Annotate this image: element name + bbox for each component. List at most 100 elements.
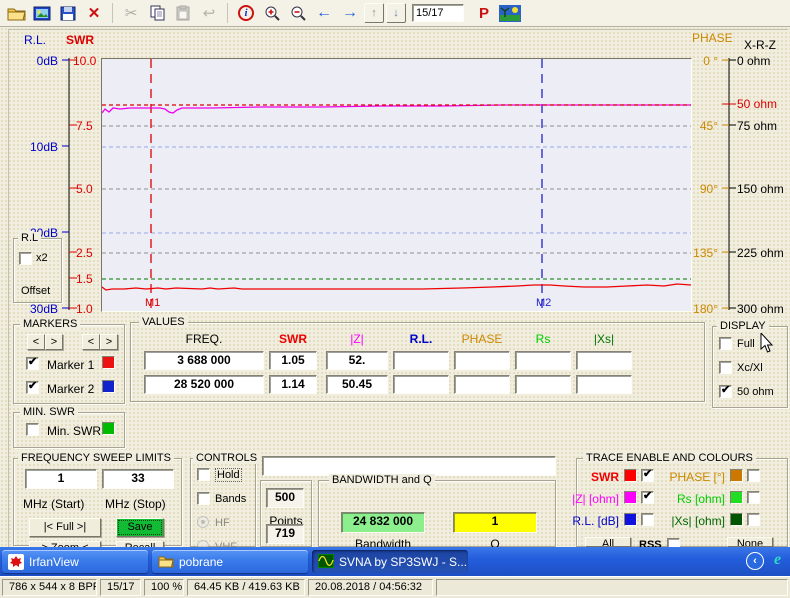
zoom-in-icon[interactable] [260,2,284,24]
controls-group: CONTROLS Hold Bands HF VHF [190,458,256,547]
trace-group: TRACE ENABLE AND COLOURS SWR PHASE [°] |… [576,458,788,547]
db-tick: 30dB [18,302,58,316]
marker2-color-swatch[interactable] [102,380,115,393]
min-swr-checkbox[interactable] [26,423,39,436]
marker1-checkbox[interactable] [26,357,39,370]
display-full-checkbox[interactable] [719,337,732,350]
stop-frequency-field[interactable]: 33 [102,469,174,489]
hf-radio [197,516,209,528]
controls-group-title: CONTROLS [193,452,260,464]
swr-axis-header: SWR [66,33,94,47]
sweep-limits-group-title: FREQUENCY SWEEP LIMITS [18,452,174,464]
print-icon[interactable]: P [472,2,496,24]
start-frequency-field[interactable]: 1 [25,469,97,489]
chart-plot[interactable]: M1 M2 [101,58,692,312]
svna-app-window: R.L. SWR Antenna Cable Loss Cable Length… [0,27,790,547]
display-xcxl-checkbox[interactable] [719,361,732,374]
rl-offset-group-title: R.L [18,232,41,244]
values-header-rs: Rs [515,332,571,346]
trace-all-button[interactable]: All [585,537,631,547]
tray-collapse-chevron-icon[interactable]: ‹ [746,552,764,570]
status-zoom-level: 100 % [144,579,184,596]
trace-z-checkbox[interactable] [641,491,654,504]
swr-tick: 10.0 [73,54,96,68]
page-indicator-input[interactable] [412,4,464,22]
trace-phase-swatch[interactable] [730,469,743,482]
bands-checkbox[interactable] [197,492,210,505]
values-group: VALUES FREQ. SWR |Z| R.L. PHASE Rs |Xs| … [130,322,705,402]
trace-none-button[interactable]: None [727,537,773,547]
swr-tick: 1.5 [76,272,93,286]
trace-rl-checkbox[interactable] [641,513,654,526]
info-icon[interactable]: i [234,2,258,24]
first-image-icon[interactable]: ↑ [364,3,384,23]
x2-checkbox[interactable] [19,252,32,265]
trace-rl-swatch[interactable] [624,513,637,526]
status-text-field[interactable] [262,456,556,476]
taskbar-item-irfanview[interactable]: IrfanView [2,550,148,573]
values-group-title: VALUES [139,316,188,328]
bandwidth-value-field: 24 832 000 [341,512,425,533]
open-icon[interactable] [4,2,28,24]
slideshow-icon[interactable] [498,2,522,24]
taskbar-item-svna[interactable]: SVNA by SP3SWJ - S... [312,550,468,573]
zoom-out-icon[interactable] [286,2,310,24]
screen: ✕ ✂ ↩ i ← → ↑ ↓ P R.L. SWR [0,0,790,598]
values-cell-z-m1: 52. [326,351,388,370]
trace-swr-swatch[interactable] [624,469,637,482]
trace-swr-label: SWR [577,470,619,484]
start-frequency-label: MHz (Start) [23,497,84,511]
ohm-tick: 150 ohm [737,182,784,196]
xrz-axis-header: X-R-Z [744,38,776,52]
tray-e-icon[interactable]: e [768,551,787,571]
thumbnails-icon[interactable] [30,2,54,24]
taskbar-item-pobrane[interactable]: pobrane [152,550,308,573]
last-image-icon[interactable]: ↓ [386,3,406,23]
copy-icon[interactable] [145,2,169,24]
values-cell-rs-m2 [515,375,571,394]
irfanview-taskbar-icon [8,554,24,570]
display-50ohm-label: 50 ohm [737,386,774,398]
trace-xs-checkbox[interactable] [747,513,760,526]
values-cell-rl-m1 [393,351,449,370]
marker1-next-button[interactable]: > [45,334,63,350]
save-icon[interactable] [56,2,80,24]
trace-rs-swatch[interactable] [730,491,743,504]
delete-icon[interactable]: ✕ [82,2,106,24]
min-swr-color-swatch[interactable] [102,422,115,435]
marker2-prev-button[interactable]: < [82,334,100,350]
save-button[interactable]: Save [116,518,164,537]
marker1-color-swatch[interactable] [102,356,115,369]
marker2-label: Marker 2 [47,382,94,396]
markers-group-title: MARKERS [20,318,80,330]
markers-group: MARKERS < > < > Marker 1 Marker 2 [13,324,125,404]
display-group: DISPLAY Full Xc/Xl 50 ohm [712,326,788,408]
hf-label: HF [215,517,230,529]
previous-image-icon[interactable]: ← [312,2,336,24]
trace-phase-checkbox[interactable] [747,469,760,482]
marker2-checkbox[interactable] [26,381,39,394]
ohm-tick: 300 ohm [737,302,784,316]
trace-z-swatch[interactable] [624,491,637,504]
full-sweep-button[interactable]: |< Full >| [29,518,101,537]
values-cell-freq-m1: 3 688 000 [144,351,264,370]
next-image-icon[interactable]: → [338,2,362,24]
trace-rs-checkbox[interactable] [747,491,760,504]
points-value2-field[interactable]: 719 [266,524,304,544]
trace-swr-checkbox[interactable] [641,469,654,482]
svg-text:M2: M2 [536,297,551,309]
marker2-next-button[interactable]: > [100,334,118,350]
marker1-prev-button[interactable]: < [27,334,45,350]
values-cell-xs-m1 [576,351,632,370]
display-50ohm-checkbox[interactable] [719,385,732,398]
svg-text:M1: M1 [145,297,160,309]
values-cell-xs-m2 [576,375,632,394]
ohm-tick: 75 ohm [737,119,777,133]
app-window-left-edge [8,29,9,547]
taskbar-item-label: SVNA by SP3SWJ - S... [339,555,467,569]
points-value-field[interactable]: 500 [266,488,304,508]
trace-xs-swatch[interactable] [730,513,743,526]
trace-xs-label: |Xs| [ohm] [657,514,725,528]
values-cell-swr-m1: 1.05 [269,351,317,370]
hold-checkbox[interactable] [197,468,210,481]
